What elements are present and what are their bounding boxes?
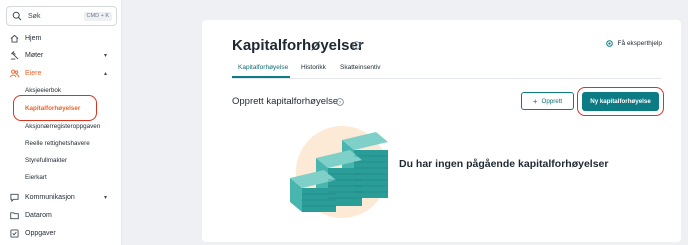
chat-icon [10, 193, 19, 202]
sidebar-item-kommunikasjon[interactable]: Kommunikasjon ▾ [0, 189, 122, 205]
search-shortcut-badge: CMD + K [83, 11, 112, 21]
sidebar-item-datarom[interactable]: Datarom [0, 207, 122, 223]
sidebar-item-label: Oppgaver [25, 229, 56, 237]
money-stacks-illustration [290, 126, 388, 218]
sidebar-item-label: Eiere [25, 69, 42, 77]
tab-skatteinsentiv[interactable]: Skatteinsentiv [340, 64, 380, 71]
tabs-divider [232, 78, 662, 79]
highlight-annotation [13, 95, 97, 121]
section-title: Opprett kapitalforhøyelse [232, 96, 339, 107]
sidebar: Søk CMD + K Hjem Møter ▾ Eiere ▴ Aksjeei… [0, 0, 122, 245]
home-icon [10, 34, 19, 43]
plus-icon: + [532, 96, 538, 106]
sidebar-item-moter[interactable]: Møter ▾ [0, 47, 122, 63]
sidebar-item-hjem[interactable]: Hjem [0, 30, 122, 46]
search-placeholder: Søk [28, 12, 41, 20]
sidebar-item-label: Datarom [25, 211, 52, 219]
expert-help-label: Få eksperthjelp [617, 40, 662, 47]
chevron-up-icon: ▴ [103, 70, 107, 77]
opprett-button[interactable]: + Opprett [521, 92, 574, 110]
lifebuoy-icon [605, 40, 613, 47]
tab-historikk[interactable]: Historikk [301, 64, 326, 71]
sidebar-item-oppgaver[interactable]: Oppgaver [0, 225, 122, 241]
sidebar-item-label: Møter [25, 51, 44, 59]
sidebar-subitem-styrefullmakter[interactable]: Styrefullmakter [25, 154, 67, 166]
page-title: Kapitalforhøyelser [232, 37, 364, 54]
main-card: Kapitalforhøyelser ? Få eksperthjelp Kap… [202, 20, 681, 242]
sidebar-subitem-aksjonaerregisteroppgaven[interactable]: Aksjonærregisteroppgaven [25, 120, 100, 132]
search-input[interactable]: Søk CMD + K [6, 6, 117, 26]
expert-help-link[interactable]: Få eksperthjelp [605, 40, 662, 47]
tab-kapitalforhoyelse[interactable]: Kapitalforhøyelse [238, 64, 288, 71]
sidebar-subitem-reelle-rettighetshavere[interactable]: Reelle rettighetshavere [25, 137, 90, 149]
search-icon [12, 11, 22, 21]
gavel-icon [10, 50, 19, 60]
sidebar-subitem-eierkart[interactable]: Eierkart [25, 171, 47, 183]
highlight-annotation [577, 87, 664, 116]
check-square-icon [10, 228, 19, 238]
sidebar-item-label: Hjem [25, 34, 42, 42]
folder-icon [10, 211, 19, 219]
sidebar-item-label: Kommunikasjon [25, 193, 75, 201]
svg-text:?: ? [355, 43, 358, 49]
chevron-down-icon: ▾ [103, 52, 107, 59]
empty-state-message: Du har ingen pågående kapitalforhøyelser [399, 158, 609, 170]
help-icon[interactable]: ? [352, 41, 361, 50]
people-icon [10, 69, 19, 77]
help-icon[interactable]: ? [336, 98, 344, 106]
sidebar-item-eiere[interactable]: Eiere ▴ [0, 65, 122, 81]
opprett-button-label: Opprett [541, 97, 563, 105]
svg-text:?: ? [339, 100, 342, 106]
chevron-down-icon: ▾ [103, 194, 107, 201]
